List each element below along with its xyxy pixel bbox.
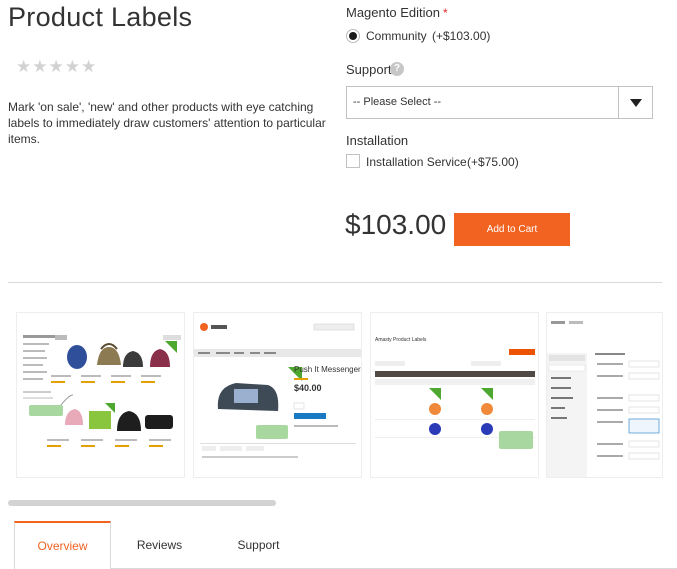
edition-label-text: Magento Edition bbox=[346, 5, 440, 20]
thumb2-price: $40.00 bbox=[294, 383, 322, 393]
star-icon: ★ bbox=[81, 57, 97, 76]
star-icon: ★ bbox=[48, 57, 64, 76]
product-title: Product Labels bbox=[8, 2, 193, 32]
product-price: $103.00 bbox=[345, 209, 447, 240]
product-page-screenshot: Push It Messenger Bag $40.00 bbox=[194, 313, 362, 477]
edition-community-price: (+$103.00) bbox=[432, 29, 491, 43]
support-select-value: -- Please Select -- bbox=[353, 96, 442, 108]
edition-community-radio[interactable] bbox=[346, 29, 360, 43]
support-label: Support bbox=[346, 62, 392, 77]
tab-support[interactable]: Support bbox=[210, 521, 307, 569]
settings-form-screenshot bbox=[547, 313, 662, 477]
edition-community-label[interactable]: Community bbox=[366, 29, 427, 43]
thumb3-title: Amasty Product Labels bbox=[375, 337, 427, 343]
gallery-scrollbar[interactable] bbox=[8, 500, 276, 506]
tab-reviews[interactable]: Reviews bbox=[111, 521, 208, 569]
installation-service-label[interactable]: Installation Service bbox=[366, 155, 467, 169]
add-to-cart-button[interactable]: Add to Cart bbox=[454, 213, 570, 246]
installation-label: Installation bbox=[346, 133, 409, 148]
support-select[interactable]: -- Please Select -- bbox=[346, 86, 653, 119]
installation-service-price: (+$75.00) bbox=[467, 155, 519, 169]
gallery-thumbnail-3[interactable]: Amasty Product Labels bbox=[370, 312, 539, 478]
chevron-down-icon[interactable] bbox=[618, 87, 652, 118]
thumb2-title: Push It Messenger Bag bbox=[294, 365, 362, 374]
rating-stars[interactable]: ★ ★ ★ ★ ★ bbox=[16, 58, 96, 75]
tab-overview[interactable]: Overview bbox=[14, 521, 111, 569]
admin-grid-screenshot: Amasty Product Labels bbox=[371, 313, 538, 477]
star-icon: ★ bbox=[32, 57, 48, 76]
gallery-thumbnail-2[interactable]: Push It Messenger Bag $40.00 bbox=[193, 312, 362, 478]
edition-label: Magento Edition * bbox=[346, 5, 448, 20]
gallery-thumbnail-1[interactable] bbox=[16, 312, 185, 478]
star-icon: ★ bbox=[16, 57, 32, 76]
section-divider bbox=[8, 282, 662, 283]
product-description: Mark 'on sale', 'new' and other products… bbox=[8, 100, 326, 146]
installation-service-checkbox[interactable] bbox=[346, 154, 360, 168]
star-icon: ★ bbox=[64, 57, 80, 76]
category-grid-screenshot bbox=[17, 313, 184, 477]
required-mark: * bbox=[442, 6, 448, 20]
help-icon[interactable]: ? bbox=[390, 62, 404, 76]
gallery-thumbnail-4[interactable] bbox=[546, 312, 663, 478]
